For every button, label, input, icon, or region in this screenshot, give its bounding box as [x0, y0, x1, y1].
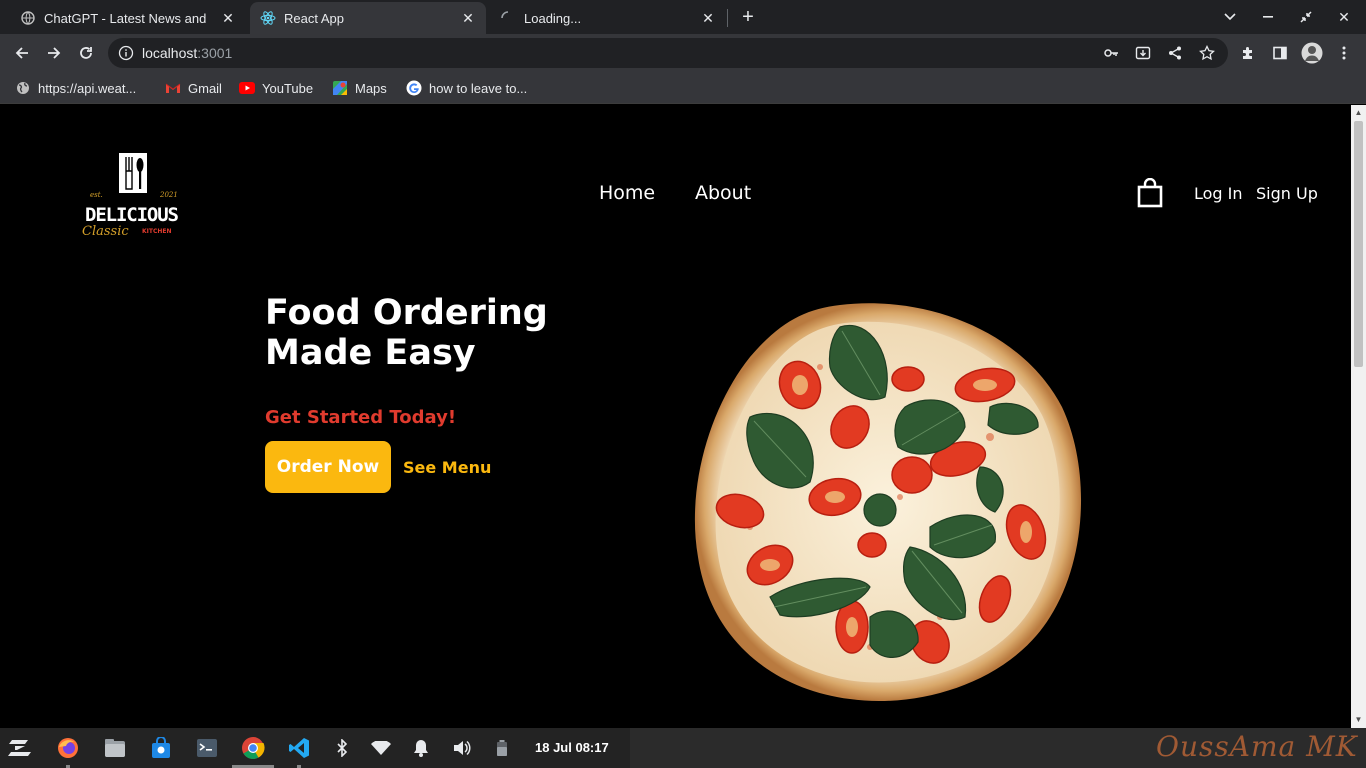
install-app-icon[interactable] — [1134, 44, 1152, 62]
bookmarks-bar: https://api.weat... Gmail YouTube Maps h… — [0, 72, 1366, 104]
bell-icon[interactable] — [409, 736, 433, 760]
close-icon[interactable]: ✕ — [460, 10, 476, 26]
menu-button[interactable] — [1332, 41, 1356, 65]
login-link[interactable]: Log In — [1194, 184, 1243, 203]
scrollbar-thumb[interactable] — [1354, 121, 1363, 367]
share-icon[interactable] — [1166, 44, 1184, 62]
firefox-icon[interactable] — [56, 736, 80, 760]
reload-button[interactable] — [74, 41, 98, 65]
tab-search-button[interactable] — [1219, 6, 1241, 28]
back-button[interactable] — [10, 41, 34, 65]
pizza-image — [690, 297, 1086, 707]
tab-title: Loading... — [524, 10, 582, 26]
reload-icon — [80, 47, 92, 59]
restore-button[interactable] — [1295, 6, 1317, 28]
vscode-icon[interactable] — [287, 736, 311, 760]
tab-title: ChatGPT - Latest News and — [44, 10, 207, 26]
software-store-icon[interactable] — [149, 736, 173, 760]
bluetooth-icon[interactable] — [330, 736, 354, 760]
signup-link[interactable]: Sign Up — [1256, 184, 1318, 203]
site-logo[interactable]: est. 2021 DELICIOUS Classic KITCHEN — [82, 151, 182, 239]
info-icon[interactable] — [118, 45, 134, 61]
tab-title: React App — [284, 10, 344, 26]
loading-spinner-icon — [500, 10, 516, 26]
see-menu-link[interactable]: See Menu — [403, 458, 491, 477]
wifi-icon[interactable] — [369, 736, 393, 760]
bookmark-youtube[interactable]: YouTube — [239, 78, 313, 98]
arrow-right-icon — [48, 47, 61, 59]
logo-sub: KITCHEN — [142, 228, 172, 235]
scroll-down-icon[interactable]: ▼ — [1354, 715, 1363, 724]
logo-year: 2021 — [159, 191, 178, 199]
puzzle-icon — [1243, 47, 1252, 59]
forward-button[interactable] — [42, 41, 66, 65]
profile-button[interactable] — [1300, 41, 1324, 65]
scroll-up-icon[interactable]: ▲ — [1354, 108, 1363, 117]
bookmark-google-search[interactable]: how to leave to... — [406, 78, 527, 98]
url-host: localhost — [142, 45, 198, 61]
url-text: localhost:3001 — [142, 45, 232, 61]
bookmark-maps[interactable]: Maps — [332, 78, 387, 98]
os-taskbar: 18 Jul 08:17 OussAma MK — [0, 728, 1366, 768]
google-icon — [406, 80, 422, 96]
maps-icon — [332, 80, 348, 96]
battery-icon[interactable] — [490, 736, 514, 760]
side-panel-button[interactable] — [1268, 41, 1292, 65]
star-icon[interactable] — [1198, 44, 1216, 62]
tab-chatgpt[interactable]: ChatGPT - Latest News and ✕ — [10, 2, 246, 34]
logo-est: est. — [90, 191, 103, 199]
terminal-icon[interactable] — [195, 736, 219, 760]
web-page: est. 2021 DELICIOUS Classic KITCHEN Home… — [0, 105, 1351, 728]
taskbar-clock[interactable]: 18 Jul 08:17 — [535, 740, 609, 755]
url-port: :3001 — [197, 45, 233, 61]
more-vert-icon — [1342, 46, 1346, 60]
avatar — [1301, 42, 1323, 64]
new-tab-button[interactable]: + — [737, 6, 759, 28]
bookmark-label: YouTube — [262, 80, 314, 96]
tab-separator — [727, 9, 728, 27]
extensions-button[interactable] — [1236, 41, 1260, 65]
files-icon[interactable] — [103, 736, 127, 760]
bookmark-label: Gmail — [188, 80, 222, 96]
hero-subtitle: Get Started Today! — [265, 407, 457, 428]
close-icon[interactable]: ✕ — [700, 10, 716, 26]
tab-loading[interactable]: Loading... ✕ — [490, 2, 726, 34]
bookmark-label: how to leave to... — [429, 80, 528, 96]
watermark-signature: OussAma MK — [1156, 730, 1358, 763]
browser-tab-bar: ChatGPT - Latest News and ✕ React App ✕ … — [0, 0, 1366, 34]
browser-toolbar: localhost:3001 — [0, 34, 1366, 72]
globe-icon — [20, 10, 36, 26]
page-scrollbar[interactable]: ▲ ▼ — [1351, 105, 1366, 728]
youtube-icon — [239, 80, 255, 96]
arrow-left-icon — [15, 47, 28, 59]
logo-script: Classic — [82, 224, 129, 237]
shopping-bag-icon — [1137, 177, 1163, 208]
key-icon[interactable] — [1102, 44, 1120, 62]
logo-brand: DELICIOUS — [85, 204, 179, 226]
chevron-down-icon — [1224, 13, 1236, 21]
address-bar[interactable]: localhost:3001 — [108, 38, 1228, 68]
chrome-icon[interactable] — [241, 736, 265, 760]
cart-button[interactable] — [1137, 177, 1163, 208]
close-icon[interactable]: ✕ — [220, 10, 236, 26]
globe-icon — [15, 80, 31, 96]
nav-about[interactable]: About — [695, 182, 751, 204]
gmail-icon — [165, 80, 181, 96]
volume-icon[interactable] — [450, 736, 474, 760]
close-window-button[interactable]: ✕ — [1333, 6, 1355, 28]
zorin-menu-icon[interactable] — [8, 736, 32, 760]
side-panel-icon — [1273, 46, 1287, 60]
tab-react-app[interactable]: React App ✕ — [250, 2, 486, 34]
bookmark-label: https://api.weat... — [38, 80, 137, 96]
minimize-button[interactable] — [1257, 6, 1279, 28]
hero-title: Food Ordering Made Easy — [265, 293, 548, 373]
react-icon — [260, 10, 276, 26]
bookmark-gmail[interactable]: Gmail — [165, 78, 222, 98]
order-now-button[interactable]: Order Now — [265, 441, 391, 493]
nav-home[interactable]: Home — [599, 182, 655, 204]
bookmark-label: Maps — [355, 80, 387, 96]
bookmark-api-weather[interactable]: https://api.weat... — [15, 78, 136, 98]
